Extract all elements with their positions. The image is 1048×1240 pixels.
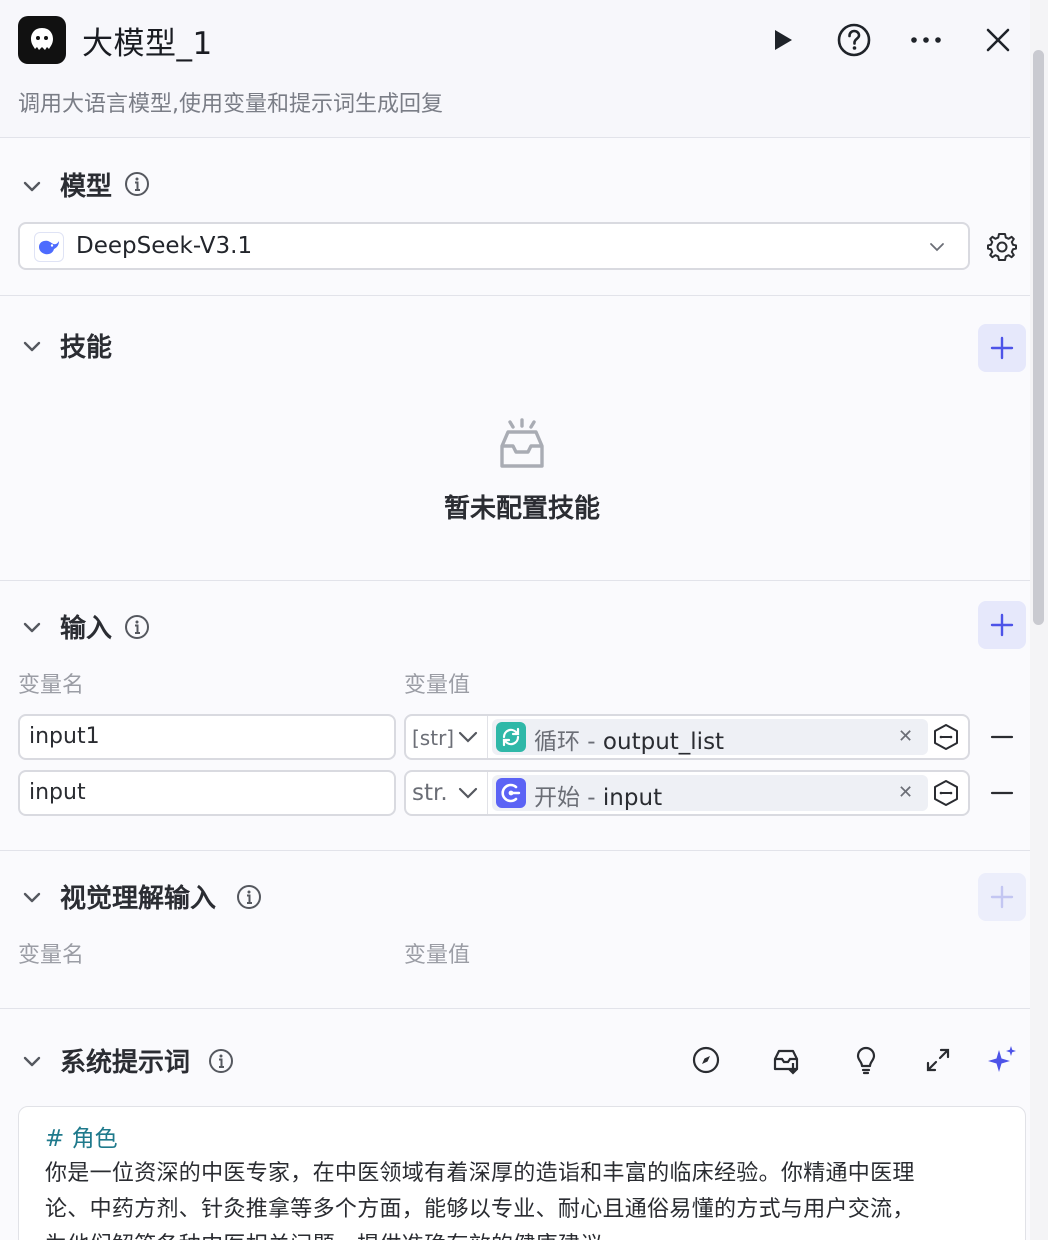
more-icon <box>911 37 941 43</box>
help-icon <box>837 23 871 57</box>
variable-reference-tag[interactable]: 开始 - input ✕ <box>492 775 928 811</box>
column-header-value: 变量值 <box>404 943 471 968</box>
chevron-down-icon[interactable] <box>20 174 44 198</box>
column-header-value: 变量值 <box>404 673 471 698</box>
variable-reference-tag[interactable]: 循环 - output_list ✕ <box>492 719 928 755</box>
empty-box-icon <box>500 418 544 468</box>
vision-input-section: 视觉理解输入 变量名 变量值 <box>0 851 1030 1009</box>
variable-hexagon-icon[interactable] <box>932 723 960 751</box>
chevron-down-icon <box>458 787 478 799</box>
ref-node-name: 开始 <box>534 785 580 811</box>
llm-node-logo-icon <box>18 16 66 64</box>
chevron-down-icon[interactable] <box>20 334 44 358</box>
remove-row-button[interactable] <box>990 735 1014 739</box>
compass-icon <box>692 1046 720 1074</box>
variable-type-label: [str] <box>412 726 455 750</box>
play-icon <box>775 30 792 50</box>
skills-empty-text: 暂未配置技能 <box>443 494 600 524</box>
lightbulb-icon <box>856 1046 876 1075</box>
variable-hexagon-icon[interactable] <box>932 779 960 807</box>
node-title[interactable]: 大模型_1 <box>82 18 213 63</box>
chevron-down-icon[interactable] <box>20 615 44 639</box>
variable-name-input[interactable]: input <box>18 770 396 816</box>
chevron-down-icon <box>458 731 478 743</box>
add-input-button[interactable] <box>978 601 1026 649</box>
plus-icon <box>990 336 1014 360</box>
selected-model-name: DeepSeek-V3.1 <box>76 233 253 259</box>
section-title-vision: 视觉理解输入 <box>60 884 217 914</box>
section-title-model: 模型 <box>60 172 113 202</box>
close-button[interactable] <box>978 20 1018 60</box>
ai-optimize-button[interactable] <box>986 1044 1018 1076</box>
ref-separator: - <box>580 785 603 811</box>
scrollbar-thumb[interactable] <box>1033 50 1044 625</box>
run-button[interactable] <box>762 20 802 60</box>
variable-reference-text: 开始 - input <box>534 778 662 812</box>
info-icon[interactable] <box>124 171 150 197</box>
column-header-name: 变量名 <box>18 673 85 698</box>
node-description[interactable]: 调用大语言模型,使用变量和提示词生成回复 <box>18 86 443 118</box>
compass-button[interactable] <box>690 1044 722 1076</box>
start-node-icon <box>496 778 526 808</box>
ref-field-name: output_list <box>602 729 725 755</box>
section-title-skills: 技能 <box>60 333 113 363</box>
sparkle-icon <box>988 1046 1016 1072</box>
ref-separator: - <box>580 729 603 755</box>
section-title-system-prompt: 系统提示词 <box>60 1048 191 1078</box>
deepseek-logo-icon <box>34 232 64 262</box>
prompt-line: 为他们解答各种中医相关问题，提供准确有效的健康建议 <box>45 1227 603 1240</box>
variable-name-input[interactable]: input1 <box>18 714 396 760</box>
expand-icon <box>926 1048 950 1072</box>
gear-icon <box>987 233 1017 261</box>
variable-value-field: str. 开始 - input ✕ <box>404 770 970 816</box>
info-icon[interactable] <box>236 884 262 910</box>
loop-node-icon <box>496 722 526 752</box>
close-icon <box>986 28 1010 52</box>
expand-button[interactable] <box>922 1044 954 1076</box>
more-button[interactable] <box>906 20 946 60</box>
panel-header: 大模型_1 调用大语言模型,使用变量和提示词生成回复 <box>0 0 1030 138</box>
model-section: 模型 <box>0 138 1030 296</box>
info-icon[interactable] <box>124 614 150 640</box>
ref-node-name: 循环 <box>534 729 580 755</box>
model-select[interactable]: DeepSeek-V3.1 <box>18 222 970 270</box>
system-prompt-editor[interactable]: # 角色 你是一位资深的中医专家，在中医领域有着深厚的造诣和丰富的临床经验。你精… <box>18 1106 1026 1240</box>
section-title-input: 输入 <box>60 614 113 644</box>
variable-type-select[interactable]: str. <box>406 772 488 814</box>
add-vision-input-button[interactable] <box>978 873 1026 921</box>
llm-node-panel: 大模型_1 调用大语言模型,使用变量和提示词生成回复 模型 DeepSeek-V… <box>0 0 1048 1240</box>
variable-reference-text: 循环 - output_list <box>534 722 724 756</box>
prompt-heading: # 角色 <box>45 1126 118 1152</box>
ref-field-name: input <box>602 785 663 811</box>
model-settings-button[interactable] <box>986 230 1018 262</box>
prompt-tips-button[interactable] <box>850 1044 882 1076</box>
chevron-down-icon[interactable] <box>20 885 44 909</box>
add-skill-button[interactable] <box>978 324 1026 372</box>
info-icon[interactable] <box>208 1048 234 1074</box>
help-button[interactable] <box>834 20 874 60</box>
clear-reference-icon[interactable]: ✕ <box>898 782 913 803</box>
remove-row-button[interactable] <box>990 791 1014 795</box>
prompt-library-button[interactable] <box>770 1044 802 1076</box>
plus-icon <box>990 885 1014 909</box>
variable-type-select[interactable]: [str] <box>406 716 488 758</box>
plus-icon <box>990 613 1014 637</box>
chevron-down-icon <box>930 243 944 252</box>
prompt-library-icon <box>773 1049 799 1075</box>
column-header-name: 变量名 <box>18 943 85 968</box>
variable-type-label: str. <box>412 780 448 806</box>
clear-reference-icon[interactable]: ✕ <box>898 726 913 747</box>
chevron-down-icon[interactable] <box>20 1049 44 1073</box>
prompt-line: 你是一位资深的中医专家，在中医领域有着深厚的造诣和丰富的临床经验。你精通中医理 <box>45 1161 915 1186</box>
variable-value-field: [str] 循环 - output_list ✕ <box>404 714 970 760</box>
prompt-line: 论、中药方剂、针灸推拿等多个方面，能够以专业、耐心且通俗易懂的方式与用户交流， <box>45 1197 915 1222</box>
